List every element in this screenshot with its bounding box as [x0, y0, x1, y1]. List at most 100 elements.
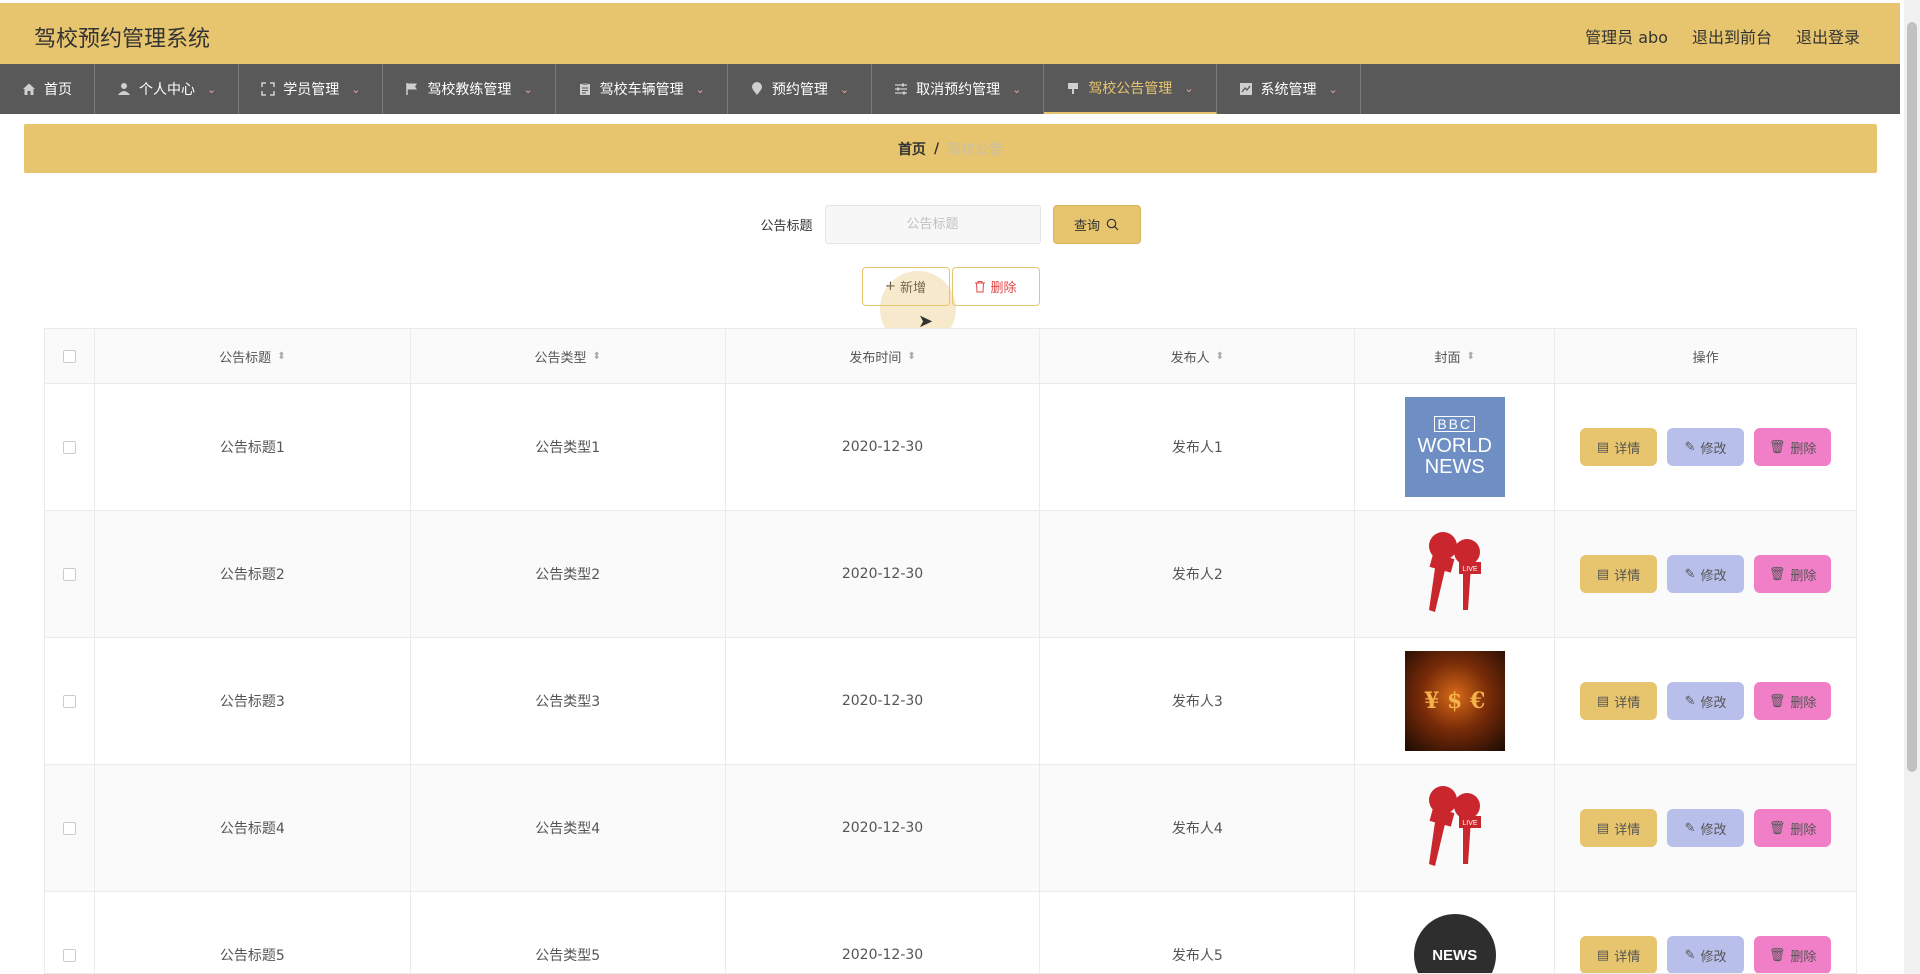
- column-header-date[interactable]: 发布时间 ⬍: [726, 329, 1041, 383]
- cell-cover: NEWS: [1355, 892, 1556, 973]
- cell-actions: ▤ 详情 ✎ 修改 🗑 删除: [1555, 384, 1856, 510]
- search-input[interactable]: [824, 205, 1041, 244]
- cell-date: 2020-12-30: [726, 765, 1041, 891]
- row-checkbox[interactable]: [62, 567, 76, 581]
- delete-button[interactable]: 🗑 删除: [1754, 428, 1832, 466]
- sort-icon[interactable]: ⬍: [907, 351, 915, 362]
- detail-button[interactable]: ▤ 详情: [1580, 428, 1658, 466]
- pencil-icon: ✎: [1684, 566, 1696, 582]
- trash-icon: 🗑: [1768, 820, 1786, 836]
- sort-icon[interactable]: ⬍: [593, 351, 601, 362]
- chevron-down-icon: ⌄: [351, 82, 361, 96]
- column-label: 操作: [1692, 350, 1719, 366]
- scrollbar-thumb[interactable]: [1907, 22, 1917, 772]
- row-select-cell: [45, 638, 95, 764]
- chevron-down-icon: ⌄: [1328, 82, 1338, 96]
- edit-button[interactable]: ✎ 修改: [1667, 809, 1745, 847]
- column-header-publisher[interactable]: 发布人 ⬍: [1040, 329, 1356, 383]
- nav-item-profile[interactable]: 个人中心 ⌄: [95, 64, 240, 114]
- column-header-cover[interactable]: 封面 ⬍: [1355, 329, 1556, 383]
- breadcrumb-separator: /: [933, 140, 940, 157]
- column-header-type[interactable]: 公告类型 ⬍: [411, 329, 726, 383]
- detail-button[interactable]: ▤ 详情: [1580, 936, 1658, 973]
- nav-item-coaches[interactable]: 驾校教练管理 ⌄: [383, 64, 556, 114]
- column-label: 公告标题: [219, 350, 272, 366]
- cover-text: NEWS: [1432, 946, 1478, 964]
- chevron-down-icon: ⌄: [207, 82, 217, 96]
- sort-icon[interactable]: ⬍: [277, 351, 285, 362]
- chart-icon: [1239, 83, 1252, 95]
- table-row: 公告标题3 公告类型3 2020-12-30 发布人3 ¥ $ € ▤ 详情 ✎ 修…: [45, 638, 1856, 765]
- column-header-title[interactable]: 公告标题 ⬍: [95, 329, 411, 383]
- delete-button[interactable]: 🗑 删除: [1754, 682, 1832, 720]
- button-label: 修改: [1700, 568, 1727, 584]
- table-row: 公告标题4 公告类型4 2020-12-30 发布人4 LIVE ▤详情 ✎: [45, 765, 1856, 892]
- main-nav: 首页 个人中心 ⌄ 学员管理 ⌄ 驾校教练管理 ⌄ 驾校车辆管理 ⌄ 预约管理 …: [0, 64, 1900, 114]
- cover-image-bbc-world-news: BBC WORLD NEWS: [1404, 397, 1505, 497]
- cell-type: 公告类型3: [411, 638, 726, 764]
- row-select-cell: [45, 892, 95, 973]
- logout-link[interactable]: 退出登录: [1796, 24, 1860, 48]
- cell-title: 公告标题4: [95, 765, 411, 891]
- button-label: 修改: [1700, 949, 1727, 965]
- cover-image-live-microphones: LIVE: [1428, 532, 1481, 612]
- nav-item-students[interactable]: 学员管理 ⌄: [239, 64, 384, 114]
- trash-icon: 🗑: [1768, 439, 1786, 455]
- row-checkbox[interactable]: [62, 694, 76, 708]
- button-label: 删除: [1790, 568, 1817, 584]
- table-header: 公告标题 ⬍ 公告类型 ⬍ 发布时间 ⬍ 发布人 ⬍ 封面 ⬍ 操作: [45, 329, 1856, 384]
- page-scrollbar[interactable]: [1904, 0, 1920, 974]
- sort-icon[interactable]: ⬍: [1467, 351, 1475, 362]
- detail-button[interactable]: ▤ 详情: [1580, 809, 1658, 847]
- edit-button[interactable]: ✎ 修改: [1667, 936, 1745, 973]
- detail-button[interactable]: ▤ 详情: [1580, 555, 1658, 593]
- search-button[interactable]: 查询: [1052, 205, 1141, 244]
- cell-type: 公告类型5: [411, 892, 726, 973]
- batch-delete-button[interactable]: 删除: [951, 267, 1040, 306]
- nav-item-vehicles[interactable]: 驾校车辆管理 ⌄: [556, 64, 728, 114]
- header-actions: 管理员 abo 退出到前台 退出登录: [1585, 24, 1860, 48]
- select-all-cell: [45, 329, 95, 383]
- cell-publisher: 发布人2: [1040, 511, 1356, 637]
- detail-button[interactable]: ▤ 详情: [1580, 682, 1658, 720]
- row-checkbox[interactable]: [62, 948, 76, 962]
- cell-type: 公告类型1: [411, 384, 726, 510]
- row-checkbox[interactable]: [62, 440, 76, 454]
- document-icon: ▤: [1596, 693, 1610, 709]
- cell-date: 2020-12-30: [726, 892, 1041, 973]
- nav-item-cancellations[interactable]: 取消预约管理 ⌄: [872, 64, 1045, 114]
- add-button[interactable]: + 新增: [861, 267, 950, 306]
- button-label: 修改: [1700, 695, 1727, 711]
- row-select-cell: [45, 511, 95, 637]
- nav-item-home[interactable]: 首页: [0, 64, 95, 114]
- document-icon: ▤: [1596, 566, 1610, 582]
- cover-image-currency-symbols: ¥ $ €: [1404, 651, 1505, 751]
- top-header: 驾校预约管理系统 管理员 abo 退出到前台 退出登录: [0, 3, 1900, 64]
- row-select-cell: [45, 765, 95, 891]
- delete-button[interactable]: 🗑 删除: [1754, 555, 1832, 593]
- delete-button[interactable]: 🗑 删除: [1754, 809, 1832, 847]
- cell-publisher: 发布人1: [1040, 384, 1356, 510]
- edit-button[interactable]: ✎ 修改: [1667, 555, 1745, 593]
- cell-title: 公告标题2: [95, 511, 411, 637]
- nav-item-announcements[interactable]: 驾校公告管理 ⌄: [1044, 64, 1217, 114]
- row-checkbox[interactable]: [62, 821, 76, 835]
- nav-item-system[interactable]: 系统管理 ⌄: [1217, 64, 1361, 114]
- exit-to-front-link[interactable]: 退出到前台: [1692, 24, 1772, 48]
- edit-button[interactable]: ✎ 修改: [1667, 428, 1745, 466]
- breadcrumb-home-link[interactable]: 首页: [898, 139, 926, 159]
- trash-icon: 🗑: [1768, 566, 1786, 582]
- bell-icon: [1068, 83, 1079, 94]
- pencil-icon: ✎: [1684, 820, 1696, 836]
- chevron-down-icon: ⌄: [1184, 81, 1194, 95]
- select-all-checkbox[interactable]: [62, 349, 76, 363]
- edit-button[interactable]: ✎ 修改: [1667, 682, 1745, 720]
- nav-item-appointments[interactable]: 预约管理 ⌄: [728, 64, 873, 114]
- nav-label: 学员管理: [283, 82, 340, 98]
- column-label: 发布人: [1170, 350, 1210, 366]
- delete-button[interactable]: 🗑 删除: [1754, 936, 1832, 973]
- cell-cover: BBC WORLD NEWS: [1355, 384, 1556, 510]
- cover-text: LIVE: [1462, 820, 1478, 827]
- sort-icon[interactable]: ⬍: [1216, 351, 1224, 362]
- location-icon: [751, 82, 762, 95]
